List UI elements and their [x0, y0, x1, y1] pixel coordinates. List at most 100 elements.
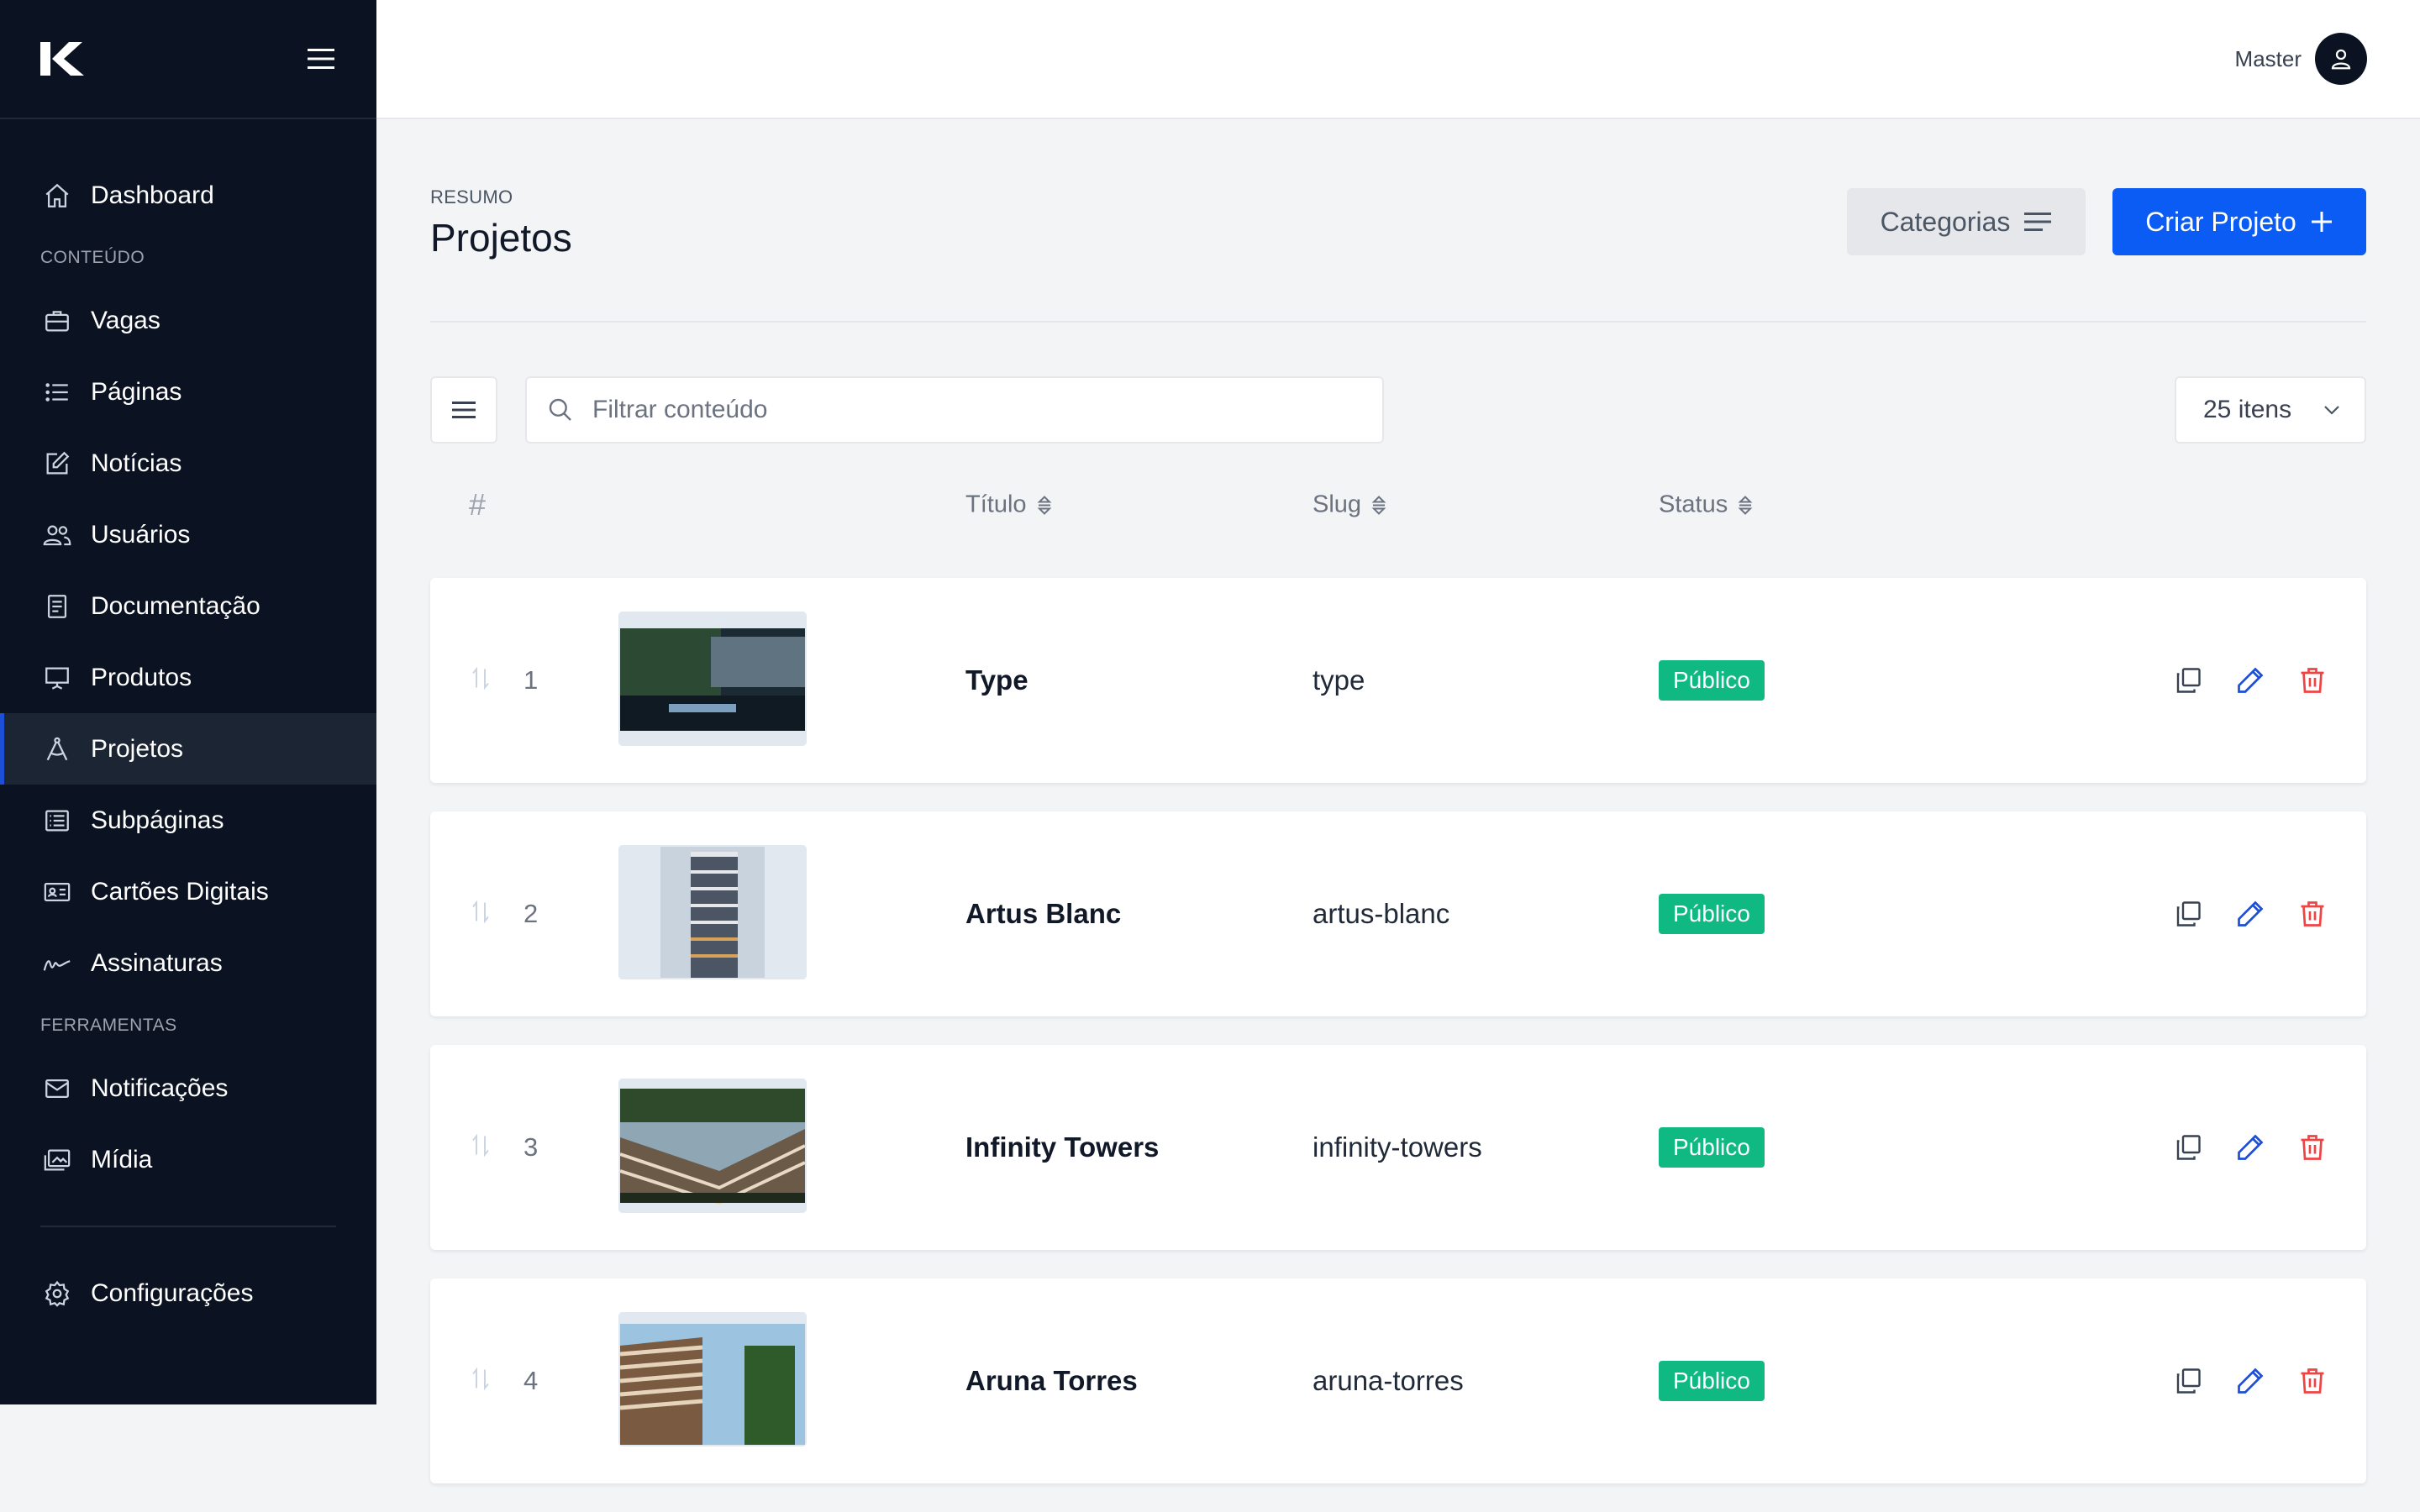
sidebar-item-label: Notícias	[91, 449, 182, 477]
project-title: Infinity Towers	[965, 1131, 1160, 1163]
duplicate-icon[interactable]	[2173, 899, 2203, 929]
sidebar-nav: Dashboard CONTEÚDO Vagas Páginas Notícia…	[0, 119, 376, 1329]
delete-icon[interactable]	[2297, 899, 2328, 929]
drag-handle-icon[interactable]	[471, 900, 491, 929]
sidebar-item-label: Notificações	[91, 1074, 229, 1102]
sidebar-item-label: Subpáginas	[91, 806, 224, 834]
row-number: 2	[523, 899, 539, 928]
presentation-icon	[42, 663, 72, 693]
project-thumbnail	[618, 612, 807, 746]
sidebar-section-tools: FERRAMENTAS	[40, 1016, 177, 1035]
status-badge: Público	[1659, 1127, 1765, 1168]
row-number: 3	[523, 1132, 539, 1162]
table-row: 4 Aruna Torres aruna-torres Público	[430, 1278, 2366, 1483]
hamburger-icon[interactable]	[304, 42, 338, 76]
delete-icon[interactable]	[2297, 665, 2328, 696]
drag-handle-icon[interactable]	[471, 1367, 491, 1396]
sidebar-item-subpaginas[interactable]: Subpáginas	[0, 785, 376, 856]
project-thumbnail	[618, 845, 807, 979]
avatar[interactable]	[2315, 33, 2367, 85]
drag-handle-icon[interactable]	[471, 666, 491, 696]
page-title: Projetos	[430, 216, 572, 260]
sidebar-item-configuracoes[interactable]: Configurações	[0, 1257, 376, 1329]
sidebar-item-projetos[interactable]: Projetos	[0, 713, 376, 785]
project-list: 1 Type type Público 2 Artus Blanc artus-…	[430, 578, 2366, 1483]
list-icon	[42, 377, 72, 407]
edit-icon[interactable]	[2235, 1366, 2265, 1396]
status-badge: Público	[1659, 894, 1765, 934]
sidebar-item-documentacao[interactable]: Documentação	[0, 570, 376, 642]
duplicate-icon[interactable]	[2173, 1366, 2203, 1396]
row-actions	[2173, 899, 2328, 929]
create-project-button-label: Criar Projeto	[2145, 206, 2296, 237]
sidebar-item-dashboard[interactable]: Dashboard	[0, 160, 376, 231]
sidebar-item-usuarios[interactable]: Usuários	[0, 499, 376, 570]
table-row: 1 Type type Público	[430, 578, 2366, 783]
chevron-down-icon	[2323, 404, 2341, 416]
sidebar-item-vagas[interactable]: Vagas	[0, 285, 376, 356]
search-icon	[547, 396, 574, 423]
sidebar-item-paginas[interactable]: Páginas	[0, 356, 376, 428]
drag-handle-icon[interactable]	[471, 1133, 491, 1163]
sidebar-item-midia[interactable]: Mídia	[0, 1124, 376, 1195]
status-badge: Público	[1659, 1361, 1765, 1401]
images-icon	[42, 1145, 72, 1175]
k-logo-icon[interactable]	[39, 40, 87, 77]
sidebar-divider	[40, 1226, 336, 1227]
sidebar-item-label: Dashboard	[91, 181, 214, 209]
edit-icon[interactable]	[2235, 1132, 2265, 1163]
project-slug: artus-blanc	[1313, 898, 1450, 929]
row-number: 4	[523, 1366, 539, 1395]
table-row: 2 Artus Blanc artus-blanc Público	[430, 811, 2366, 1016]
column-header-title[interactable]: Título	[965, 491, 1054, 519]
sidebar-header	[0, 0, 376, 119]
document-icon	[42, 591, 72, 622]
topbar: Master	[376, 0, 2420, 119]
gear-icon	[42, 1278, 72, 1309]
home-icon	[42, 181, 72, 211]
row-actions	[2173, 1366, 2328, 1396]
hamburger-icon	[451, 400, 476, 420]
user-name[interactable]: Master	[2235, 46, 2302, 72]
header-actions: Categorias Criar Projeto	[1847, 188, 2366, 255]
table-header: # Título Slug Status	[430, 459, 2366, 551]
list-view-toggle[interactable]	[430, 376, 497, 444]
edit-icon[interactable]	[2235, 899, 2265, 929]
sidebar-item-label: Configurações	[91, 1278, 254, 1307]
column-header-status[interactable]: Status	[1659, 491, 1754, 519]
sidebar-item-label: Produtos	[91, 663, 192, 691]
create-project-button[interactable]: Criar Projeto	[2112, 188, 2366, 255]
categories-button[interactable]: Categorias	[1847, 188, 2086, 255]
sidebar-item-produtos[interactable]: Produtos	[0, 642, 376, 713]
sidebar-item-label: Documentação	[91, 591, 260, 620]
main-content: RESUMO Projetos Categorias Criar Projeto	[430, 119, 2366, 1512]
column-header-number: #	[469, 487, 487, 522]
plus-icon	[2310, 210, 2333, 234]
column-header-slug[interactable]: Slug	[1313, 491, 1388, 519]
sidebar: Dashboard CONTEÚDO Vagas Páginas Notícia…	[0, 0, 376, 1404]
bars-icon	[2023, 211, 2052, 233]
delete-icon[interactable]	[2297, 1366, 2328, 1396]
sidebar-item-cartoes-digitais[interactable]: Cartões Digitais	[0, 856, 376, 927]
row-actions	[2173, 1132, 2328, 1163]
sort-icon	[1736, 492, 1754, 517]
duplicate-icon[interactable]	[2173, 1132, 2203, 1163]
per-page-select[interactable]: 25 itens	[2175, 376, 2366, 444]
delete-icon[interactable]	[2297, 1132, 2328, 1163]
search-input[interactable]	[592, 396, 1349, 424]
search-field	[525, 376, 1384, 444]
sort-icon	[1035, 492, 1054, 517]
column-header-label: Slug	[1313, 491, 1362, 518]
sidebar-item-assinaturas[interactable]: Assinaturas	[0, 927, 376, 999]
project-title: Type	[965, 664, 1028, 696]
per-page-value: 25 itens	[2203, 396, 2292, 423]
filter-toolbar: 25 itens	[430, 323, 2366, 444]
table-list-icon	[42, 806, 72, 836]
column-header-label: Status	[1659, 491, 1728, 518]
duplicate-icon[interactable]	[2173, 665, 2203, 696]
sidebar-item-noticias[interactable]: Notícias	[0, 428, 376, 499]
sidebar-item-notificacoes[interactable]: Notificações	[0, 1053, 376, 1124]
signature-icon	[42, 948, 72, 979]
edit-icon[interactable]	[2235, 665, 2265, 696]
compass-icon	[42, 734, 72, 764]
